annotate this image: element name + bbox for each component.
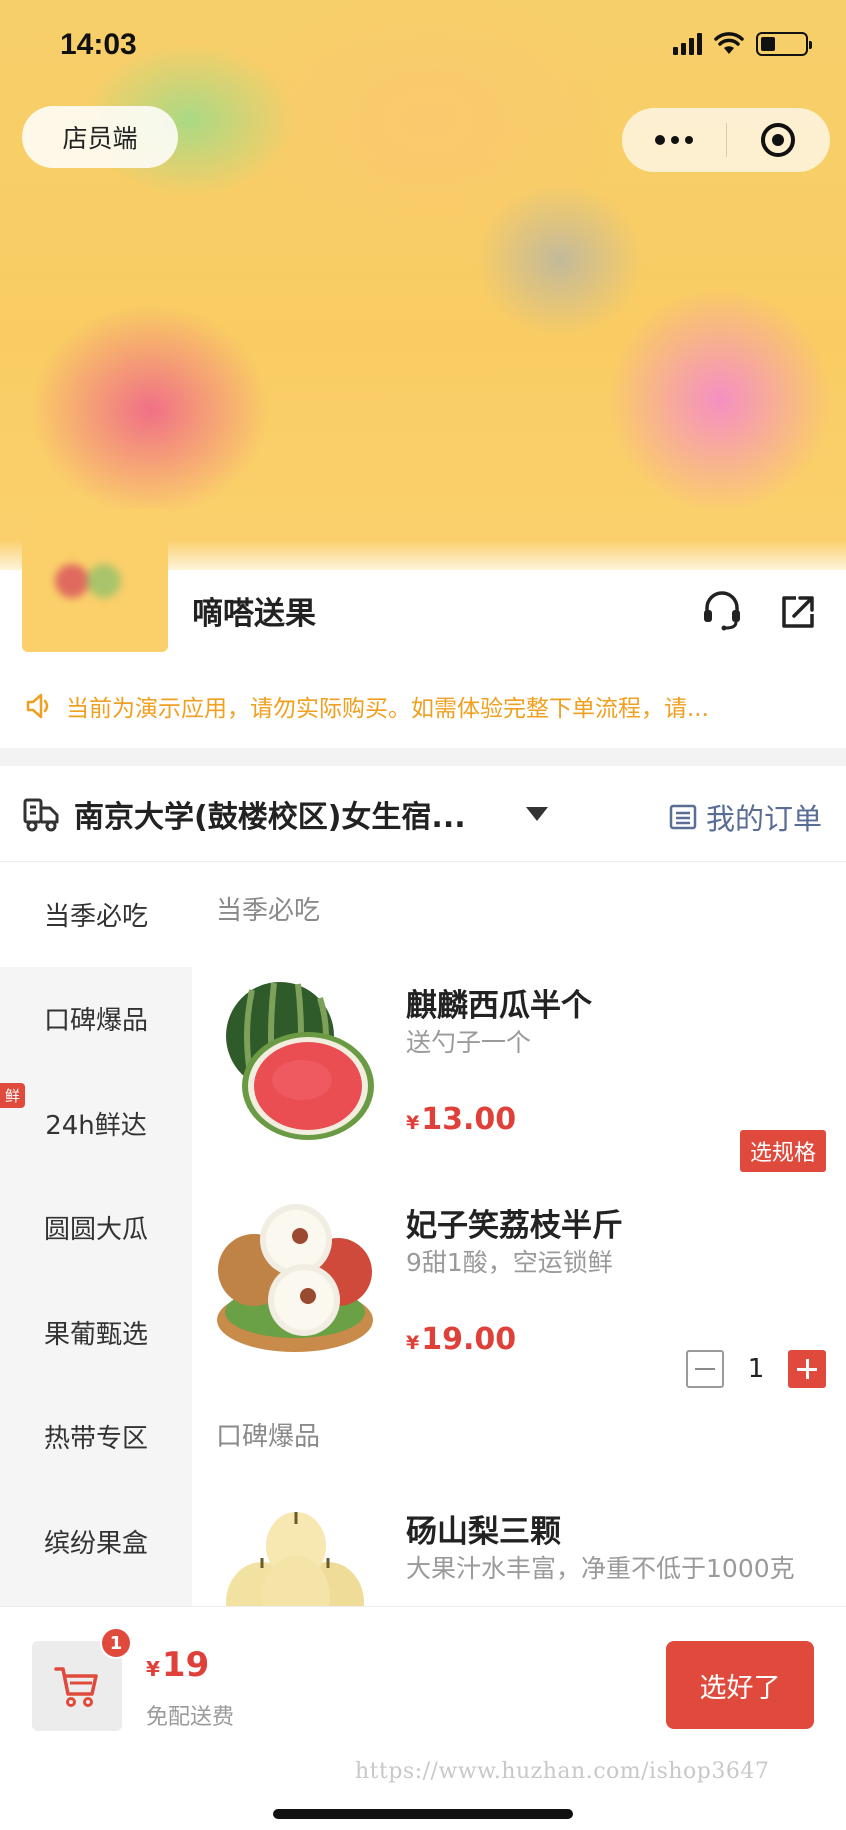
delivery-fee-note: 免配送费 — [146, 1705, 235, 1730]
category-item[interactable]: 热带专区 — [0, 1385, 192, 1490]
staff-mode-button[interactable]: 店员端 — [22, 106, 178, 168]
category-item[interactable]: 口碑爆品 — [0, 967, 192, 1072]
section-title: 当季必吃 — [216, 896, 321, 926]
product-desc: 9甜1酸，空运锁鲜 — [406, 1248, 613, 1277]
cellular-signal-icon — [673, 33, 702, 55]
dropdown-caret-icon — [526, 806, 548, 821]
watermelon-image — [226, 982, 374, 1140]
battery-icon — [756, 32, 812, 56]
notice-bar[interactable]: 当前为演示应用，请勿实际购买。如需体验完整下单流程，请... — [24, 686, 830, 726]
product-card[interactable]: 砀山梨三颗 大果汁水丰富，净重不低于1000克 — [192, 1506, 846, 1606]
category-item[interactable]: 果葡甄选 — [0, 1280, 192, 1385]
lychee-image — [217, 1204, 373, 1352]
store-logo — [22, 508, 168, 652]
home-indicator[interactable] — [273, 1809, 573, 1819]
wifi-icon — [714, 32, 744, 54]
product-name: 砀山梨三颗 — [406, 1514, 561, 1550]
delivery-truck-icon — [23, 798, 59, 831]
speaker-icon — [26, 693, 49, 719]
select-spec-button[interactable]: 选规格 — [739, 1130, 826, 1172]
section-title: 口碑爆品 — [216, 1422, 321, 1452]
cart-count-badge: 1 — [100, 1627, 132, 1659]
cart-bar: 1 ¥19 免配送费 选好了 https://www.huzhan.com/is… — [0, 1606, 846, 1830]
checkout-button[interactable]: 选好了 — [666, 1641, 814, 1729]
fresh-badge: 鲜 — [0, 1083, 26, 1108]
pear-image — [226, 1512, 364, 1606]
quantity-stepper: 1 — [686, 1350, 826, 1388]
category-item[interactable]: 缤纷果盒 — [0, 1489, 192, 1594]
category-item[interactable]: 鲜 24h鲜达 — [0, 1071, 192, 1176]
miniprogram-capsule — [622, 108, 830, 172]
status-icons — [673, 32, 812, 56]
share-icon[interactable] — [778, 592, 818, 632]
product-name: 妃子笑荔枝半斤 — [406, 1208, 623, 1244]
category-sidebar: 当季必吃 口碑爆品 鲜 24h鲜达 圆圆大瓜 果葡甄选 热带专区 缤纷果盒 — [0, 862, 192, 1606]
status-time: 14:03 — [60, 28, 137, 61]
store-name: 嘀嗒送果 — [192, 596, 316, 632]
my-orders-link[interactable]: 我的订单 — [668, 796, 822, 838]
watermark: https://www.huzhan.com/ishop3647 — [355, 1759, 770, 1784]
product-desc: 送勺子一个 — [406, 1028, 532, 1057]
store-banner — [0, 0, 846, 570]
category-item[interactable]: 圆圆大瓜 — [0, 1176, 192, 1281]
product-desc: 大果汁水丰富，净重不低于1000克 — [406, 1554, 795, 1583]
notice-text: 当前为演示应用，请勿实际购买。如需体验完整下单流程，请... — [66, 696, 709, 722]
increase-button[interactable] — [788, 1350, 826, 1388]
more-menu-icon[interactable] — [622, 135, 726, 145]
shopping-cart-icon — [54, 1667, 98, 1707]
address-text: 南京大学(鼓楼校区)女生宿... — [74, 799, 466, 835]
address-selector[interactable]: 南京大学(鼓楼校区)女生宿... 我的订单 — [0, 766, 846, 862]
order-list-icon — [669, 804, 697, 830]
decrease-button[interactable] — [686, 1350, 724, 1388]
close-miniprogram-icon[interactable] — [727, 123, 831, 157]
category-item[interactable]: 当季必吃 — [0, 862, 192, 967]
cart-total: ¥19 — [146, 1645, 210, 1685]
customer-service-icon[interactable] — [700, 588, 744, 632]
product-list[interactable]: 当季必吃 麒麟西瓜半个 送勺子一个 ¥13.00 选规格 妃子笑荔枝半斤 9甜1… — [192, 862, 846, 1606]
product-name: 麒麟西瓜半个 — [406, 988, 592, 1024]
quantity-value: 1 — [747, 1354, 765, 1384]
my-orders-label: 我的订单 — [705, 802, 822, 836]
product-price: ¥13.00 — [406, 1102, 517, 1137]
product-price: ¥19.00 — [406, 1322, 517, 1357]
